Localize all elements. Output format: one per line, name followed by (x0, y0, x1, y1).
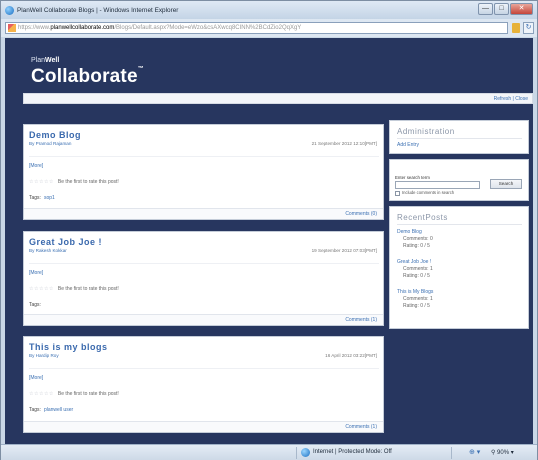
url-host: planwellcollaborate.com (50, 25, 115, 31)
rating-stars-icon[interactable]: ☆☆☆☆☆ (29, 179, 54, 185)
comments-link[interactable]: Comments (1) (345, 424, 377, 430)
maximize-button[interactable]: □ (494, 3, 509, 15)
more-link[interactable]: [More] (29, 375, 43, 381)
close-window-button[interactable]: ✕ (510, 3, 533, 15)
tags-label: Tags: (29, 407, 41, 413)
title-bar: PlanWell Collaborate Blogs | - Windows I… (1, 1, 537, 19)
brand-planwell: PlanWell (31, 57, 59, 64)
post-author[interactable]: By Rakesh Kokkar (29, 248, 67, 253)
search-button[interactable]: Search (490, 179, 522, 189)
url-prefix: https://www. (18, 25, 51, 31)
post-divider (29, 368, 379, 369)
tags-label: Tags: (29, 195, 41, 201)
post-title[interactable]: This is my blogs (29, 342, 108, 352)
rating-row: ☆☆☆☆☆ Be the first to rate this post! (29, 179, 119, 185)
rating-text: Be the first to rate this post! (57, 286, 119, 292)
blog-post: Demo Blog By Pramod Rajaman 21 September… (23, 124, 384, 220)
recent-post-item: Great Job Joe ! Comments: 1 Rating: 0 / … (397, 259, 433, 280)
status-separator (451, 447, 452, 459)
refresh-icon[interactable]: ↻ (523, 22, 534, 34)
status-separator (296, 447, 297, 459)
post-footer: Comments (1) (24, 421, 383, 432)
page-viewport: PlanWell Collaborate™ Refresh | Close De… (5, 38, 533, 444)
post-divider (29, 263, 379, 264)
recent-post-rating: Rating: 0 / 5 (403, 273, 430, 279)
post-author[interactable]: By Pramod Rajaman (29, 141, 71, 146)
comments-link[interactable]: Comments (0) (345, 211, 377, 217)
protected-mode-icon[interactable]: ⊕ ▾ (469, 448, 480, 456)
zoom-level[interactable]: ⚲ 90% ▾ (491, 449, 514, 456)
internet-zone-icon (301, 448, 310, 457)
post-title[interactable]: Great Job Joe ! (29, 237, 102, 247)
rating-text: Be the first to rate this post! (57, 179, 119, 185)
brand-bold: Well (45, 57, 60, 64)
blog-post: Great Job Joe ! By Rakesh Kokkar 19 Sept… (23, 231, 384, 326)
post-divider (29, 156, 379, 157)
refresh-close-links[interactable]: Refresh | Close (494, 96, 528, 102)
recent-post-comments: Comments: 0 (403, 236, 433, 242)
url-field[interactable]: https://www. planwellcollaborate.com/Blog… (5, 22, 508, 34)
heading-rule (397, 224, 522, 225)
recent-posts-heading: RecentPosts (397, 213, 448, 222)
recent-post-rating: Rating: 0 / 5 (403, 303, 430, 309)
heading-rule (397, 138, 522, 139)
include-comments-label: Include comments in search (402, 190, 455, 195)
recent-post-comments: Comments: 1 (403, 296, 433, 302)
trademark-mark: ™ (137, 66, 144, 72)
recent-post-item: This is My Blogs Comments: 1 Rating: 0 /… (397, 289, 433, 310)
page-toolbar: Refresh | Close (23, 93, 533, 104)
comments-link[interactable]: Comments (1) (345, 317, 377, 323)
post-tags: Tags: planwell user (29, 407, 73, 413)
recent-post-title[interactable]: Demo Blog (397, 229, 433, 236)
ie-logo-icon (5, 5, 14, 15)
post-date: 16 April 2012 03:22[PMT] (325, 353, 377, 358)
window-title: PlanWell Collaborate Blogs | - Windows I… (17, 6, 179, 14)
search-panel: Enter search term Search Include comment… (389, 159, 529, 201)
browser-window: PlanWell Collaborate Blogs | - Windows I… (0, 0, 538, 460)
rating-row: ☆☆☆☆☆ Be the first to rate this post! (29, 391, 119, 397)
more-link[interactable]: [More] (29, 163, 43, 169)
post-footer: Comments (1) (24, 314, 383, 325)
search-label: Enter search term (395, 175, 430, 180)
status-bar: Internet | Protected Mode: Off ⊕ ▾ ⚲ 90%… (1, 444, 537, 460)
administration-heading: Administration (397, 127, 455, 136)
recent-posts-panel: RecentPosts Demo Blog Comments: 0 Rating… (389, 206, 529, 329)
post-date: 19 September 2012 07:03[PMT] (311, 248, 377, 253)
post-tags: Tags: sop1 (29, 195, 55, 201)
post-tags: Tags: (29, 302, 44, 308)
rating-text: Be the first to rate this post! (57, 391, 119, 397)
url-path: /Blogs/Default.aspx?Mode=eWzo&csAXwcq8CI… (114, 25, 302, 31)
post-date: 21 September 2012 12:10[PMT] (311, 141, 377, 146)
recent-post-title[interactable]: This is My Blogs (397, 289, 433, 296)
post-footer: Comments (0) (24, 208, 383, 219)
lock-icon[interactable] (512, 23, 520, 33)
security-zone-text[interactable]: Internet | Protected Mode: Off (313, 449, 392, 455)
more-link[interactable]: [More] (29, 270, 43, 276)
address-bar: https://www. planwellcollaborate.com/Blog… (1, 19, 537, 37)
window-controls: — □ ✕ (478, 3, 533, 15)
rating-stars-icon[interactable]: ☆☆☆☆☆ (29, 286, 54, 292)
recent-post-item: Demo Blog Comments: 0 Rating: 0 / 5 (397, 229, 433, 250)
brand-collaborate-logo: Collaborate™ (31, 66, 144, 88)
tags-label: Tags: (29, 302, 41, 308)
search-input[interactable] (395, 181, 480, 189)
brand-name: Collaborate (31, 66, 138, 87)
administration-panel: Administration Add Entry (389, 120, 529, 154)
add-entry-link[interactable]: Add Entry (397, 142, 419, 148)
rating-row: ☆☆☆☆☆ Be the first to rate this post! (29, 286, 119, 292)
tag-link[interactable]: planwell user (44, 407, 73, 413)
recent-post-comments: Comments: 1 (403, 266, 433, 272)
recent-post-title[interactable]: Great Job Joe ! (397, 259, 433, 266)
post-author[interactable]: By Hardip Roy (29, 353, 59, 358)
minimize-button[interactable]: — (478, 3, 493, 15)
rating-stars-icon[interactable]: ☆☆☆☆☆ (29, 391, 54, 397)
recent-post-rating: Rating: 0 / 5 (403, 243, 430, 249)
tag-link[interactable]: sop1 (44, 195, 55, 201)
post-title[interactable]: Demo Blog (29, 130, 81, 140)
include-comments-checkbox[interactable] (395, 191, 400, 196)
blog-post: This is my blogs By Hardip Roy 16 April … (23, 336, 384, 433)
brand-prefix: Plan (31, 57, 46, 64)
certificate-warning-icon (8, 24, 16, 32)
